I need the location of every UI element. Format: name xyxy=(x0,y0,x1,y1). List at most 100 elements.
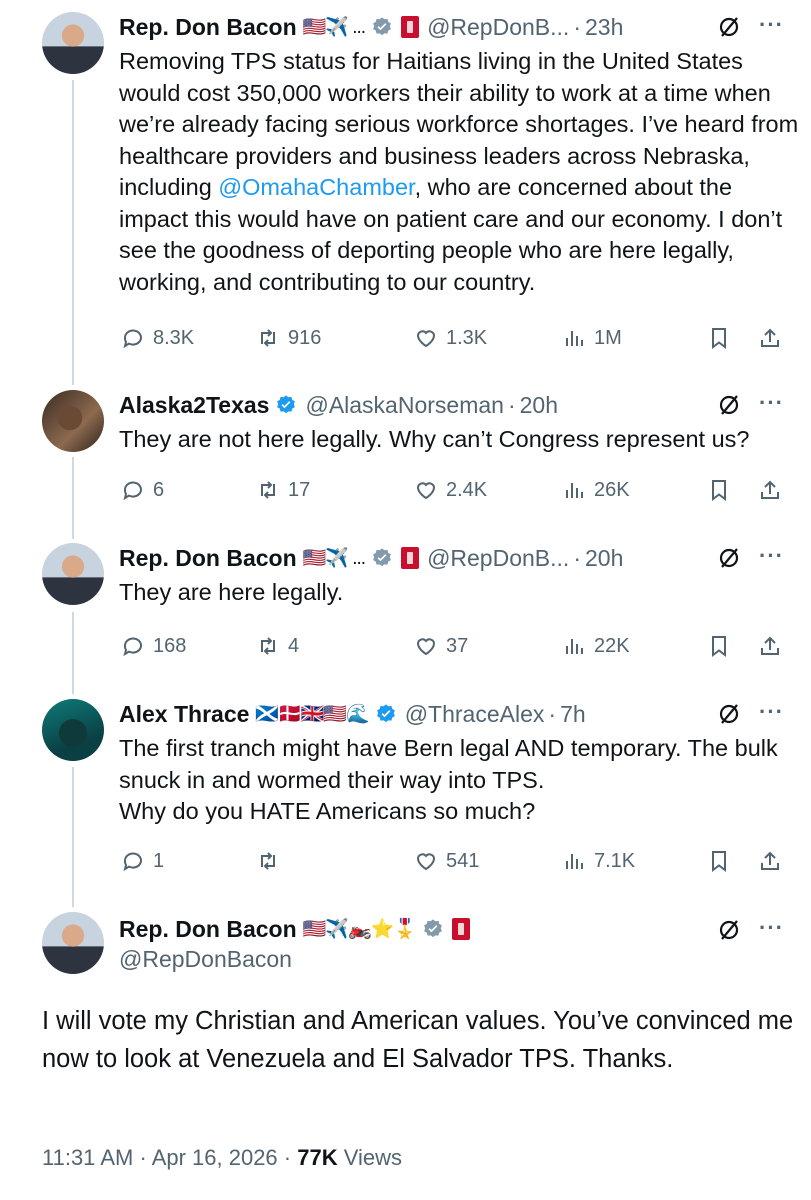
verified-badge-icon xyxy=(277,395,296,414)
like-icon xyxy=(416,482,436,500)
share-icon xyxy=(761,636,779,655)
more-icon[interactable]: ··· xyxy=(759,915,784,941)
repost-icon xyxy=(261,852,275,870)
like-icon xyxy=(416,638,436,656)
bookmark-icon xyxy=(712,328,726,349)
reply-icon xyxy=(123,481,142,501)
views-button[interactable]: 26K xyxy=(562,478,630,502)
repost-icon xyxy=(261,481,275,499)
avatar[interactable] xyxy=(42,12,104,74)
timestamp[interactable]: 23h xyxy=(585,14,623,41)
author-handle[interactable]: @AlaskaNorseman xyxy=(305,392,503,419)
tweet[interactable]: Rep. Don Bacon 🇺🇸✈️ ... @RepDonB... · 20… xyxy=(42,543,802,673)
tweet-header: Rep. Don Bacon 🇺🇸✈️ ... @RepDonB... · 23… xyxy=(119,12,802,42)
repost-icon xyxy=(261,637,275,655)
post-date[interactable]: Apr 16, 2026 xyxy=(152,1145,278,1170)
action-bar: 8.3K 916 1.3K 1M xyxy=(42,324,802,352)
timestamp[interactable]: 7h xyxy=(560,701,586,728)
author-name[interactable]: Alaska2Texas xyxy=(119,392,269,419)
reply-button[interactable]: 1 xyxy=(121,849,164,873)
author-name[interactable]: Rep. Don Bacon xyxy=(119,14,297,41)
grok-icon[interactable] xyxy=(717,546,741,570)
like-icon xyxy=(416,853,436,871)
timestamp[interactable]: 20h xyxy=(520,392,558,419)
author-name[interactable]: Rep. Don Bacon xyxy=(119,545,297,572)
author-name[interactable]: Rep. Don Bacon xyxy=(119,916,297,943)
share-icon xyxy=(761,328,779,347)
grok-icon[interactable] xyxy=(717,15,741,39)
author-handle[interactable]: @ThraceAlex xyxy=(405,701,545,728)
share-button[interactable] xyxy=(758,326,782,350)
reply-count: 168 xyxy=(153,634,187,657)
repost-button[interactable]: 17 xyxy=(256,478,310,502)
more-icon[interactable]: ··· xyxy=(759,543,784,569)
share-button[interactable] xyxy=(758,849,782,873)
views-count: 26K xyxy=(594,478,630,501)
like-icon xyxy=(416,330,436,348)
like-count: 2.4K xyxy=(446,478,488,501)
reply-count: 8.3K xyxy=(153,326,195,349)
action-bar: 1 541 7.1K xyxy=(42,847,802,875)
views-icon xyxy=(566,639,583,654)
like-button[interactable]: 541 xyxy=(414,849,479,873)
tweet[interactable]: Alex Thrace 🏴󠁧󠁢󠁳󠁣󠁴󠁿🇩🇰🇬🇧🇺🇸🌊 @ThraceAlex ·… xyxy=(42,699,802,889)
reply-count: 1 xyxy=(153,849,165,872)
views-label: Views xyxy=(343,1145,403,1170)
view-count: 77K xyxy=(297,1145,338,1170)
reply-button[interactable]: 168 xyxy=(121,634,186,658)
bookmark-button[interactable] xyxy=(707,634,731,658)
views-button[interactable]: 1M xyxy=(562,326,622,350)
repost-button[interactable] xyxy=(256,849,288,873)
separator: · xyxy=(573,544,581,571)
reply-button[interactable]: 6 xyxy=(121,478,164,502)
grok-icon[interactable] xyxy=(717,702,741,726)
bookmark-button[interactable] xyxy=(707,478,731,502)
avatar[interactable] xyxy=(42,912,104,974)
views-button[interactable]: 7.1K xyxy=(562,849,635,873)
repost-icon xyxy=(261,329,275,347)
views-icon xyxy=(566,483,583,498)
avatar[interactable] xyxy=(42,543,104,605)
views-button[interactable]: 22K xyxy=(562,634,630,658)
avatar[interactable] xyxy=(42,699,104,761)
separator: · xyxy=(573,13,581,40)
like-button[interactable]: 1.3K xyxy=(414,326,487,350)
bookmark-button[interactable] xyxy=(707,849,731,873)
views-count: 1M xyxy=(594,326,622,349)
author-handle[interactable]: @RepDonB... xyxy=(427,545,569,572)
like-button[interactable]: 37 xyxy=(414,634,468,658)
repost-button[interactable]: 916 xyxy=(256,326,321,350)
reply-icon xyxy=(123,637,142,657)
share-button[interactable] xyxy=(758,634,782,658)
grok-icon[interactable] xyxy=(717,393,741,417)
tweet-meta: 11:31 AM · Apr 16, 2026 · 77K Views xyxy=(42,1145,402,1171)
action-bar: 168 4 37 22K xyxy=(42,632,802,660)
main-tweet-text: I will vote my Christian and American va… xyxy=(42,1007,794,1073)
like-count: 37 xyxy=(446,634,469,657)
mention-link[interactable]: @OmahaChamber xyxy=(218,174,414,200)
reply-button[interactable]: 8.3K xyxy=(121,326,194,350)
author-name[interactable]: Alex Thrace xyxy=(119,701,249,728)
author-handle[interactable]: @RepDonBacon xyxy=(119,946,802,973)
tweet-header: Alex Thrace 🏴󠁧󠁢󠁳󠁣󠁴󠁿🇩🇰🇬🇧🇺🇸🌊 @ThraceAlex ·… xyxy=(119,699,802,729)
like-button[interactable]: 2.4K xyxy=(414,478,487,502)
grok-icon[interactable] xyxy=(717,918,741,942)
bookmark-button[interactable] xyxy=(707,326,731,350)
tweet[interactable]: Rep. Don Bacon 🇺🇸✈️ ... @RepDonB... · 23… xyxy=(42,12,802,362)
action-bar: 6 17 2.4K 26K xyxy=(42,476,802,504)
more-icon[interactable]: ··· xyxy=(759,699,784,725)
tweet-text: The first tranch might have Bern legal A… xyxy=(119,735,778,824)
post-time[interactable]: 11:31 AM xyxy=(42,1145,133,1170)
more-icon[interactable]: ··· xyxy=(759,12,784,38)
views-icon xyxy=(566,331,583,346)
more-icon[interactable]: ··· xyxy=(759,390,784,416)
author-handle[interactable]: @RepDonB... xyxy=(427,14,569,41)
timestamp[interactable]: 20h xyxy=(585,545,623,572)
views-icon xyxy=(566,854,583,869)
share-button[interactable] xyxy=(758,478,782,502)
tweet[interactable]: Alaska2Texas @AlaskaNorseman · 20h ··· T… xyxy=(42,390,802,520)
like-count: 541 xyxy=(446,849,480,872)
repost-button[interactable]: 4 xyxy=(256,634,299,658)
avatar[interactable] xyxy=(42,390,104,452)
affiliation-badge xyxy=(401,16,420,38)
